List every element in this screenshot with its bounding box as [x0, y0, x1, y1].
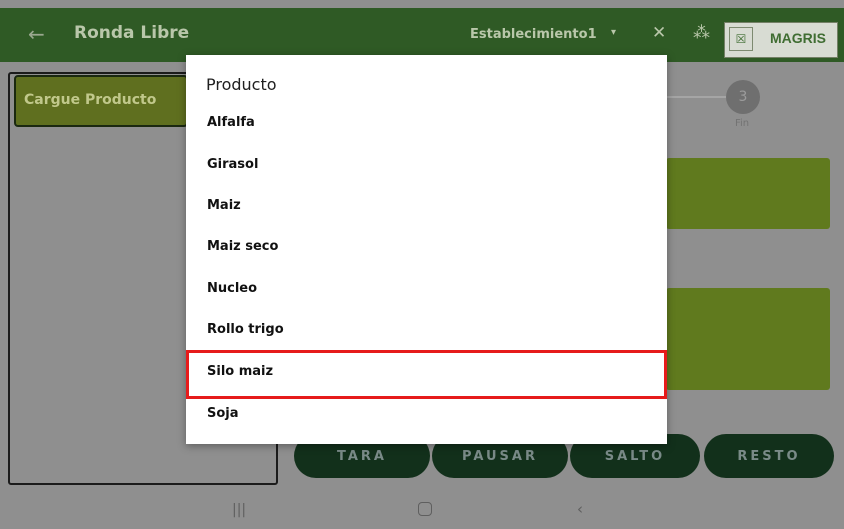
bluetooth-icon[interactable]: ⁂ — [693, 23, 710, 43]
option-label: Rollo trigo — [207, 322, 284, 337]
option-maiz[interactable]: Maiz — [186, 186, 667, 227]
step-connector — [665, 96, 729, 98]
load-product-label: Cargue Producto — [24, 92, 157, 108]
option-label: Soja — [207, 406, 239, 421]
close-icon[interactable]: ✕ — [652, 23, 666, 43]
step-circle: 3 — [726, 80, 760, 114]
option-maiz-seco[interactable]: Maiz seco — [186, 227, 667, 268]
option-rollo-trigo[interactable]: Rollo trigo — [186, 310, 667, 351]
app-bar: ← Ronda Libre Establecimiento1 ▾ ✕ ⁂ ☒ M… — [0, 8, 844, 62]
option-nucleo[interactable]: Nucleo — [186, 269, 667, 310]
dialog-title: Producto — [206, 75, 277, 94]
option-label: Maiz seco — [207, 239, 279, 254]
option-label: Girasol — [207, 157, 259, 172]
scale-icon: ☒ — [729, 27, 753, 51]
selection-highlight — [186, 350, 667, 399]
establishment-selector[interactable]: Establecimiento1 — [470, 27, 597, 42]
page-title: Ronda Libre — [74, 23, 190, 43]
step-label: Fin — [735, 118, 750, 129]
magris-logo: ☒ MAGRIS — [724, 22, 838, 58]
nav-back-icon[interactable]: ‹ — [577, 500, 583, 518]
home-icon[interactable] — [418, 502, 432, 516]
back-arrow-icon[interactable]: ← — [28, 22, 45, 46]
recents-icon[interactable]: ||| — [232, 502, 246, 518]
option-label: Maiz — [207, 198, 241, 213]
chevron-down-icon[interactable]: ▾ — [611, 27, 616, 38]
system-nav-bar: ||| ‹ — [0, 490, 844, 529]
option-girasol[interactable]: Girasol — [186, 145, 667, 186]
info-card-2 — [666, 288, 830, 390]
option-label: Alfalfa — [207, 115, 255, 130]
option-alfalfa[interactable]: Alfalfa — [186, 103, 667, 144]
resto-button[interactable]: RESTO — [704, 434, 834, 478]
logo-brand-text: MAGRIS — [770, 30, 826, 46]
load-product-tag[interactable]: Cargue Producto — [14, 75, 188, 127]
info-card-1 — [666, 158, 830, 229]
option-label: Nucleo — [207, 281, 258, 296]
option-soja[interactable]: Soja — [186, 394, 667, 435]
